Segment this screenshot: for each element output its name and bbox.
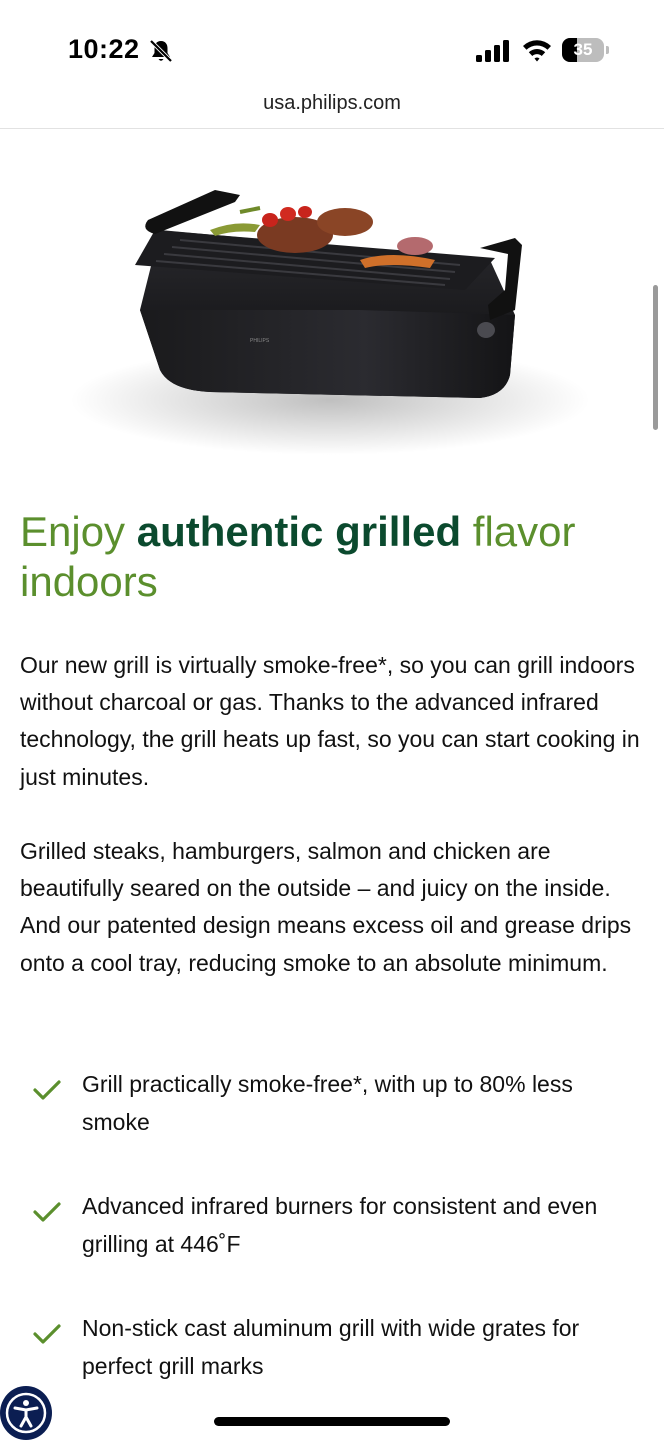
section-headline: Enjoy authentic grilled flavor indoors: [20, 507, 640, 607]
headline-part1: Enjoy: [20, 508, 137, 555]
feature-item: Non-stick cast aluminum grill with wide …: [20, 1310, 644, 1400]
description-paragraph-1: Our new grill is virtually smoke-free*, …: [20, 652, 640, 790]
check-icon: [33, 1080, 61, 1100]
url-text[interactable]: usa.philips.com: [0, 92, 664, 115]
feature-item: Grill practically smoke-free*, with up t…: [20, 1066, 644, 1156]
battery-icon: 35: [562, 38, 610, 62]
page-scrollbar[interactable]: [653, 285, 658, 430]
check-icon: [33, 1324, 61, 1344]
feature-item: Advanced infrared burners for consistent…: [20, 1188, 644, 1278]
signal-icon: [476, 40, 509, 62]
accessibility-icon: [5, 1392, 47, 1434]
bell-slash-icon: [149, 39, 173, 63]
status-bar: 10:22 35: [0, 0, 664, 88]
description-paragraph-2: Grilled steaks, hamburgers, salmon and c…: [20, 838, 632, 976]
check-icon: [33, 1202, 61, 1222]
wifi-icon: [523, 40, 551, 62]
accessibility-button[interactable]: [0, 1386, 52, 1440]
browser-url-bar[interactable]: usa.philips.com: [0, 88, 664, 129]
battery-cap: [606, 46, 609, 54]
headline-bold: authentic grilled: [136, 508, 462, 555]
feature-text: Non-stick cast aluminum grill with wide …: [82, 1315, 580, 1379]
grill-product-image: PHILIPS: [70, 190, 590, 455]
status-time: 10:22: [68, 34, 140, 64]
brand-mark: PHILIPS: [250, 338, 270, 344]
home-indicator[interactable]: [214, 1417, 450, 1426]
battery-level: 35: [573, 40, 593, 59]
feature-text: Advanced infrared burners for consistent…: [82, 1193, 598, 1257]
feature-text: Grill practically smoke-free*, with up t…: [82, 1071, 573, 1135]
battery-body: 35: [562, 38, 604, 62]
